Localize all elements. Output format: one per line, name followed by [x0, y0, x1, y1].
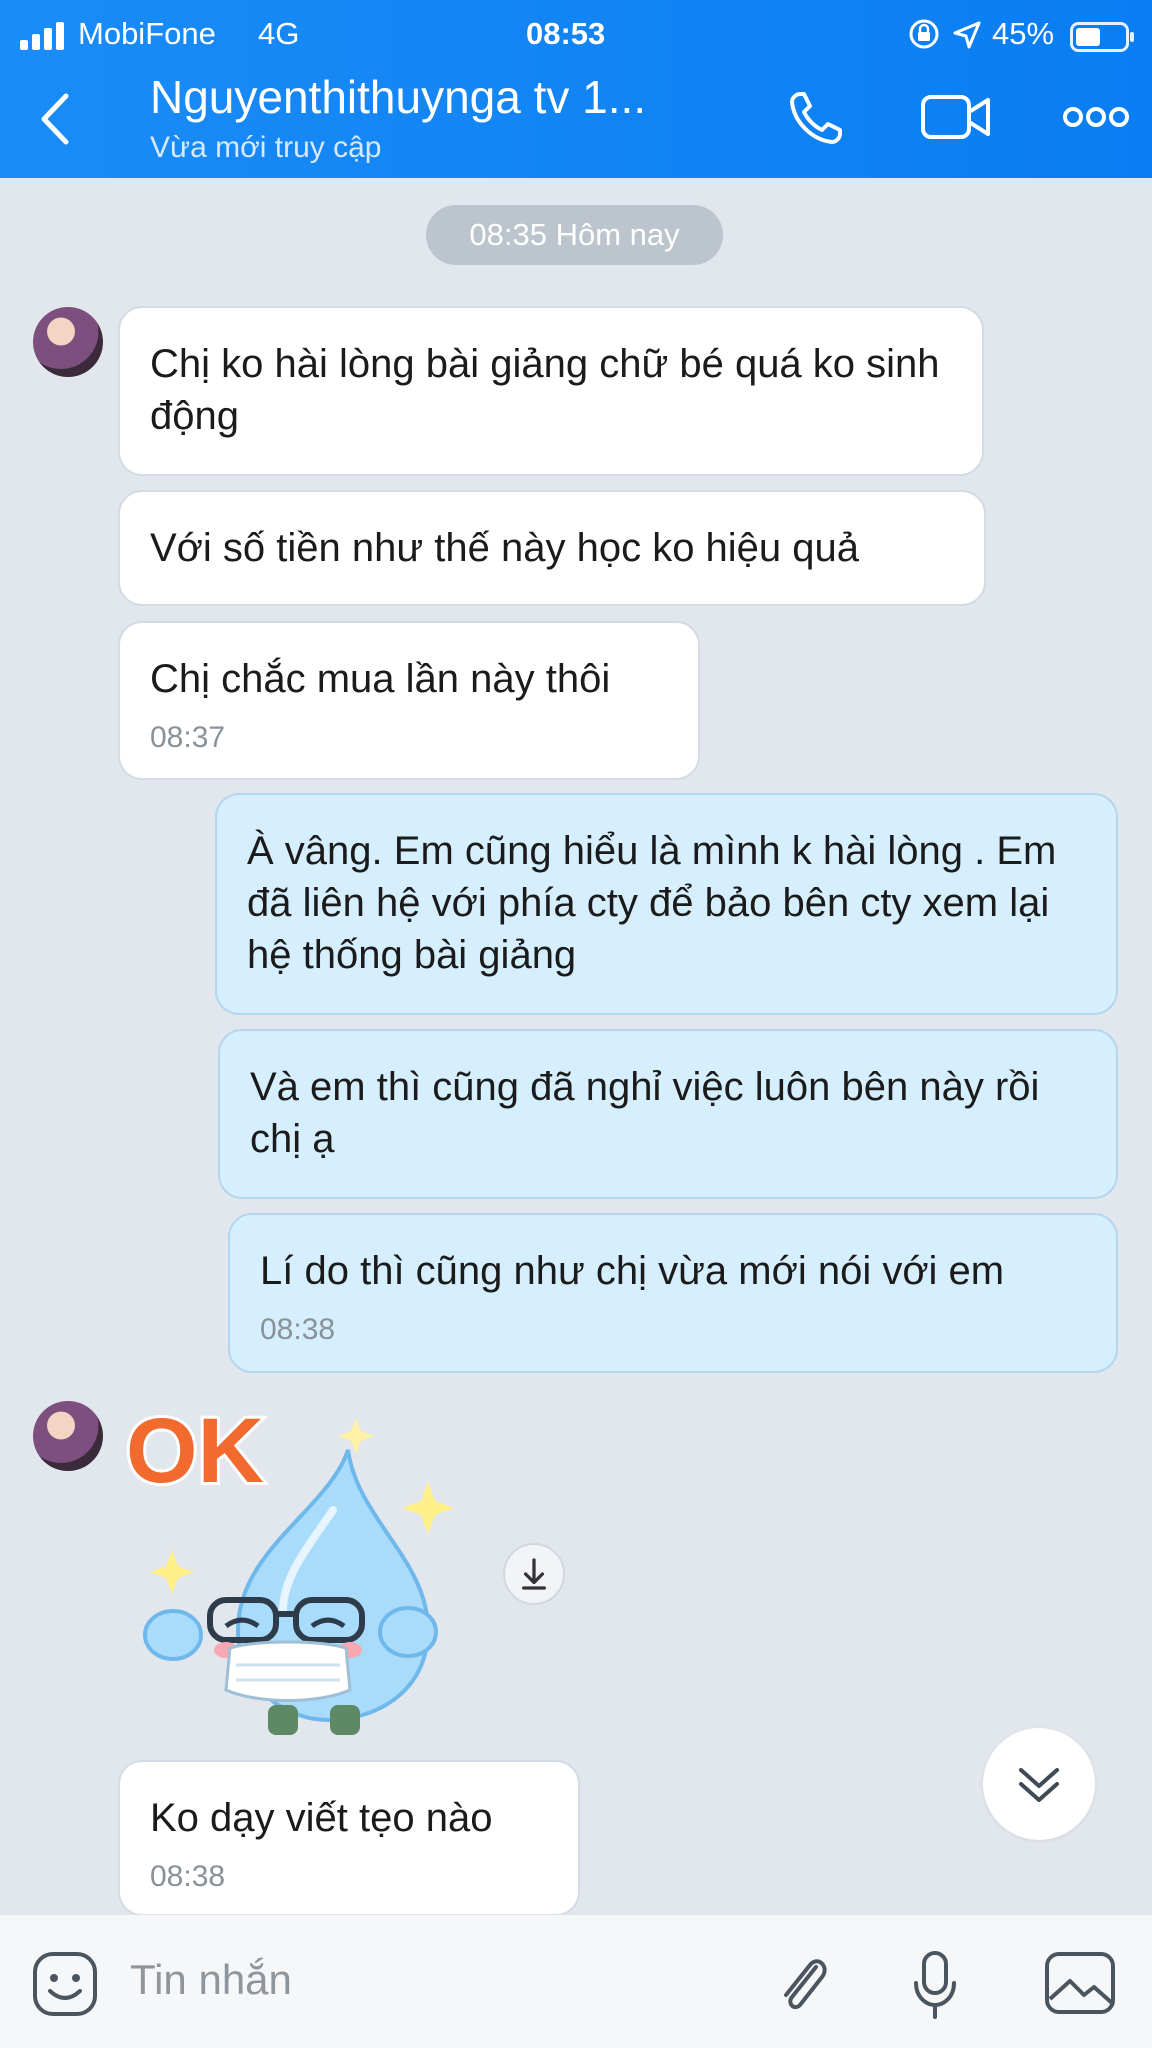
- contact-name[interactable]: Nguyenthithuynga tv 1...: [150, 70, 646, 124]
- carrier-name: MobiFone: [78, 16, 216, 51]
- message-text: À vâng. Em cũng hiểu là mình k hài lòng …: [247, 829, 1057, 977]
- location-icon: [953, 21, 981, 49]
- chat-header: MobiFone 4G 08:53 45% Nguyenthithuynga t…: [0, 0, 1152, 178]
- message-text: Lí do thì cũng như chị vừa mới nói với e…: [260, 1249, 1005, 1293]
- lock-rotation-icon: [909, 19, 939, 49]
- sticker-ok-text: OK: [126, 1400, 264, 1502]
- avatar[interactable]: [33, 1401, 103, 1471]
- message-bubble-incoming[interactable]: Ko dạy viết tẹo nào 08:38: [118, 1760, 580, 1916]
- message-time: 08:37: [150, 721, 226, 754]
- video-call-icon[interactable]: [920, 92, 992, 142]
- battery-percent: 45%: [992, 16, 1055, 51]
- message-text: Và em thì cũng đã nghỉ việc luôn bên này…: [250, 1065, 1040, 1161]
- avatar[interactable]: [33, 307, 103, 377]
- battery-icon: [1070, 22, 1134, 52]
- message-bubble-incoming[interactable]: Chị ko hài lòng bài giảng chữ bé quá ko …: [118, 306, 984, 476]
- status-time: 08:53: [526, 16, 606, 51]
- emoji-icon[interactable]: [32, 1951, 98, 2017]
- message-bubble-incoming[interactable]: Chị chắc mua lần này thôi 08:37: [118, 621, 700, 780]
- date-separator: 08:35 Hôm nay: [426, 205, 723, 265]
- message-bubble-outgoing[interactable]: Và em thì cũng đã nghỉ việc luôn bên này…: [218, 1029, 1118, 1199]
- message-text: Với số tiền như thế này học ko hiệu quả: [150, 526, 860, 570]
- paperclip-icon[interactable]: [772, 1949, 834, 2021]
- phone-icon[interactable]: [786, 88, 846, 148]
- network-type: 4G: [258, 16, 300, 51]
- water-drop-mask-ok-sticker[interactable]: OK: [118, 1400, 468, 1750]
- microphone-icon[interactable]: [910, 1949, 960, 2021]
- message-bubble-outgoing[interactable]: À vâng. Em cũng hiểu là mình k hài lòng …: [215, 793, 1118, 1015]
- message-time: 08:38: [150, 1860, 226, 1893]
- status-bar: MobiFone 4G 08:53 45%: [0, 8, 1152, 58]
- contact-status: Vừa mới truy cập: [150, 131, 382, 164]
- message-input[interactable]: [130, 1945, 730, 2015]
- scroll-to-bottom-icon[interactable]: [983, 1728, 1095, 1840]
- message-bubble-outgoing[interactable]: Lí do thì cũng như chị vừa mới nói với e…: [228, 1213, 1118, 1373]
- message-text: Chị chắc mua lần này thôi: [150, 657, 611, 701]
- more-icon[interactable]: [1062, 104, 1130, 130]
- image-icon[interactable]: [1044, 1951, 1116, 2015]
- signal-icon: [20, 22, 64, 50]
- download-icon[interactable]: [503, 1543, 565, 1605]
- message-text: Ko dạy viết tẹo nào: [150, 1796, 493, 1840]
- message-text: Chị ko hài lòng bài giảng chữ bé quá ko …: [150, 342, 940, 438]
- message-bubble-incoming[interactable]: Với số tiền như thế này học ko hiệu quả: [118, 490, 986, 606]
- message-time: 08:38: [260, 1313, 336, 1346]
- back-icon[interactable]: [36, 92, 76, 146]
- message-composer: [0, 1914, 1152, 2048]
